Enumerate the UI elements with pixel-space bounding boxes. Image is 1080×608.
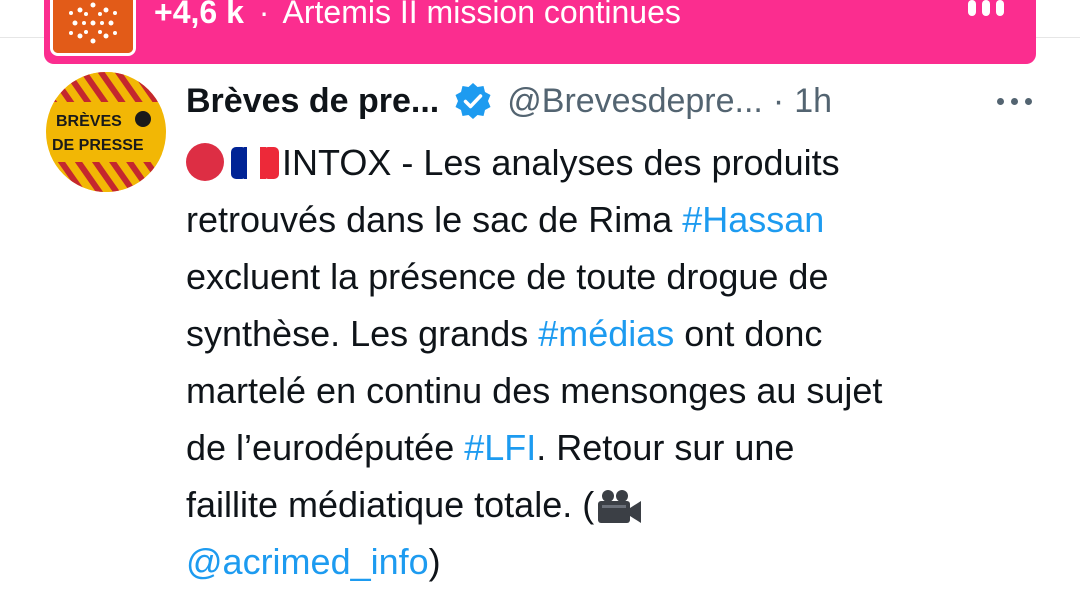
tweet-text-segment: ) [428,541,441,582]
divider-left [0,37,44,38]
tweet-text-segment: retrouvés dans le sac de Rima [186,199,683,240]
hashtag-link[interactable]: #LFI [464,427,536,468]
tweet-text-segment: . Retour sur une [536,427,795,468]
france-flag-icon [230,145,280,181]
author-name[interactable]: Brèves de pre... [186,82,439,121]
avatar[interactable]: BRÈVES DE PRESSE [46,72,166,192]
tweet-text-segment: faillite médiatique totale. ( [186,484,595,525]
hashtag-link[interactable]: #Hassan [682,199,824,240]
tweet-line-2: retrouvés dans le sac de Rima #Hassan [186,191,1066,248]
tweet-line-6: de l’eurodéputée #LFI. Retour sur une [186,419,1066,476]
red-circle-icon [186,143,224,181]
tweet-line-4: synthèse. Les grands #médias ont donc [186,305,1066,362]
breves-de-presse-logo: BRÈVES DE PRESSE [46,72,166,192]
banner-count: +4,6 k [154,0,244,30]
tweet-header: Brèves de pre... @Brevesdepre... · 1h [186,76,1046,126]
tweet-time[interactable]: 1h [794,82,832,121]
time-separator: · [772,81,785,120]
divider-right [1036,37,1080,38]
tweet-text-segment: de l’eurodéputée [186,427,465,468]
tweet-text-segment: INTOX - Les analyses des produits [282,142,840,183]
video-camera-icon [594,487,644,527]
tweet-text-segment: excluent la présence de toute drogue de [186,256,829,297]
verified-badge-icon [453,81,493,121]
tweet-line-8: @acrimed_info) [186,533,1066,590]
tweet-text-segment: martelé en continu des mensonges au suje… [186,370,883,411]
tweet-line-1: INTOX - Les analyses des produits [186,134,1066,191]
svg-text:BRÈVES: BRÈVES [56,111,122,130]
sun-pattern-icon [53,0,133,53]
tweet-line-7: faillite médiatique totale. ( [186,476,1066,533]
tweet-screen: +4,6 k · Artemis II mission continues BR… [0,0,1080,608]
tweet-line-3: excluent la présence de toute drogue de [186,248,1066,305]
tweet-line-5: martelé en continu des mensonges au suje… [186,362,1066,419]
more-dots-icon[interactable] [968,0,1004,16]
svg-text:DE PRESSE: DE PRESSE [52,137,144,154]
tweet-text-segment: ont donc [674,313,823,354]
banner-title: Artemis II mission continues [282,0,681,30]
trending-banner[interactable]: +4,6 k · Artemis II mission continues [44,0,1036,64]
banner-text: +4,6 k · Artemis II mission continues [154,0,681,30]
tweet-text: INTOX - Les analyses des produits retrou… [186,134,1066,590]
tweet-text-segment: synthèse. Les grands [186,313,539,354]
mention-link[interactable]: @acrimed_info [186,541,429,582]
sun-pattern-thumbnail [50,0,136,56]
banner-separator: · [258,0,270,30]
hashtag-link[interactable]: #médias [538,313,674,354]
more-horizontal-icon[interactable] [997,98,1032,105]
author-handle[interactable]: @Brevesdepre... [507,82,763,121]
